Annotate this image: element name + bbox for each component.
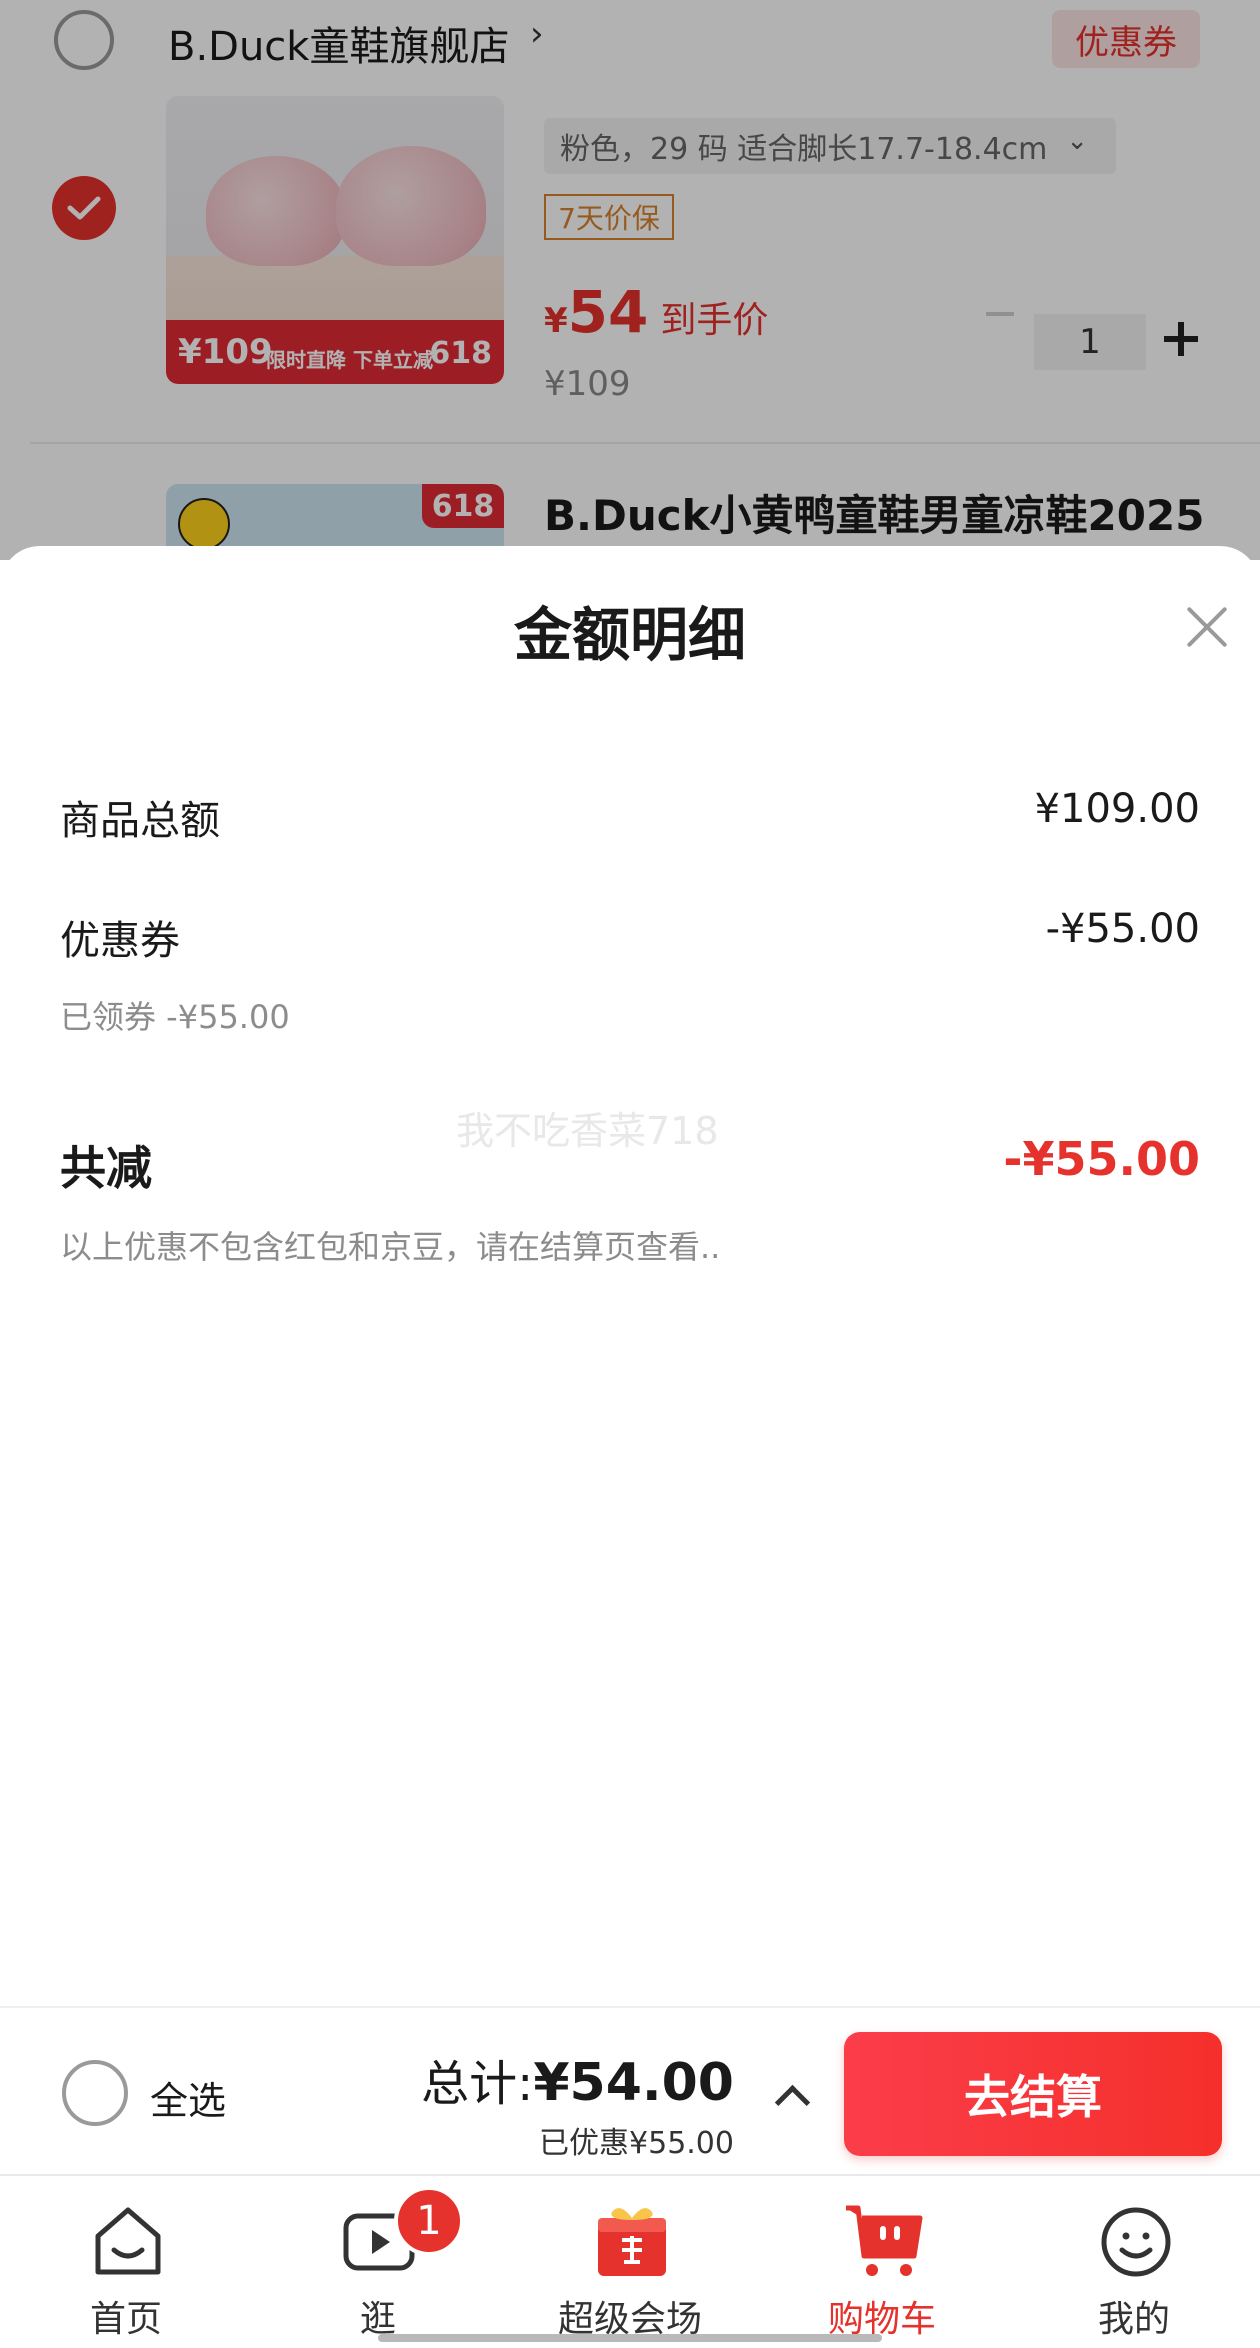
- select-all-radio[interactable]: [62, 2060, 128, 2126]
- total-label: 总计:: [421, 2056, 534, 2112]
- total-discount-value: -¥55.00: [1003, 1132, 1200, 1186]
- coupon-label: 优惠券: [60, 918, 180, 964]
- tab-profile[interactable]: 我的: [1008, 2194, 1260, 2344]
- coupon-value: -¥55.00: [1045, 906, 1200, 952]
- profile-icon: [1096, 2200, 1176, 2280]
- subtotal-label: 商品总额: [60, 798, 220, 844]
- subtotal-value: ¥109.00: [1034, 786, 1200, 832]
- close-icon[interactable]: [1184, 604, 1230, 650]
- total-value: ¥54.00: [533, 2053, 734, 2113]
- tab-cart[interactable]: 购物车: [756, 2194, 1008, 2344]
- cart-icon: [844, 2200, 924, 2280]
- chevron-up-icon[interactable]: [770, 2082, 810, 2108]
- amount-detail-sheet: 金额明细 商品总额 ¥109.00 优惠券 -¥55.00 已领券 -¥55.0…: [0, 546, 1260, 2008]
- discount-note: 已优惠¥55.00: [539, 2126, 734, 2161]
- checkout-bar: 全选 总计:¥54.00 已优惠¥55.00 去结算: [0, 2006, 1260, 2174]
- discount-disclaimer: 以上优惠不包含红包和京豆，请在结算页查看..: [60, 1228, 721, 1266]
- home-indicator[interactable]: [378, 2334, 882, 2342]
- total-amount: 总计:¥54.00: [421, 2044, 734, 2114]
- page: B.Duck童鞋旗舰店 › 优惠券 ¥109 限时直降 下单立减 618 粉色，…: [0, 0, 1260, 2348]
- tab-super-venue[interactable]: 超级会场: [504, 2194, 756, 2344]
- select-all-label[interactable]: 全选: [150, 2070, 226, 2125]
- home-icon: [88, 2200, 168, 2280]
- tab-bar: 首页 逛 1 超级会场 购物车 我的: [0, 2174, 1260, 2348]
- tab-label: 首页: [89, 2299, 162, 2340]
- gift-icon: [592, 2200, 672, 2280]
- watermark: 我不吃香菜718: [456, 1109, 719, 1153]
- modal-backdrop[interactable]: [0, 0, 1260, 560]
- tab-label: 我的: [1097, 2299, 1170, 2340]
- tab-browse[interactable]: 逛: [252, 2194, 504, 2344]
- notification-badge: 1: [394, 2186, 464, 2256]
- sheet-title: 金额明细: [513, 601, 746, 669]
- tab-home[interactable]: 首页: [0, 2194, 252, 2344]
- cart-background: B.Duck童鞋旗舰店 › 优惠券 ¥109 限时直降 下单立减 618 粉色，…: [0, 0, 1260, 574]
- total-discount-label: 共减: [60, 1141, 152, 1195]
- checkout-button[interactable]: 去结算: [844, 2032, 1222, 2156]
- coupon-claimed-note: 已领券 -¥55.00: [60, 998, 290, 1036]
